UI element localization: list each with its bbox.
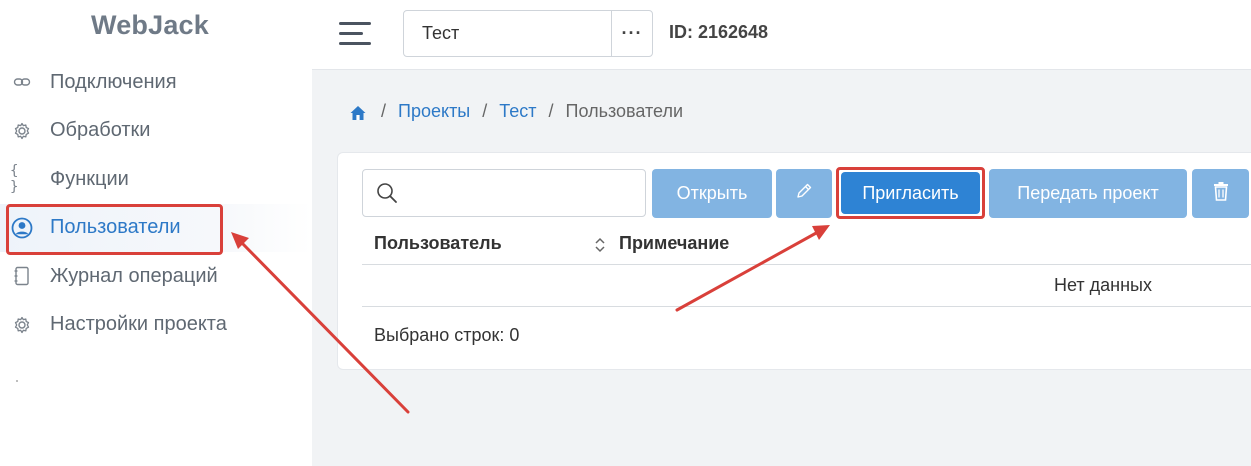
breadcrumb-link-project[interactable]: Тест: [499, 101, 536, 122]
breadcrumb-current: Пользователи: [565, 100, 684, 121]
project-selector-value[interactable]: Тест: [404, 11, 611, 56]
delete-button[interactable]: [1192, 169, 1249, 218]
project-selector[interactable]: Тест ···: [403, 10, 653, 57]
search-input[interactable]: [407, 178, 637, 208]
gear-icon: [10, 119, 34, 143]
more-options-button[interactable]: ···: [611, 11, 652, 56]
project-id: ID: 2162648: [669, 22, 769, 42]
breadcrumb-separator: /: [381, 100, 387, 121]
sidebar-item-connections[interactable]: Подключения: [0, 58, 312, 107]
breadcrumb-separator: /: [482, 100, 488, 121]
search-icon: [375, 181, 399, 205]
top-header: Тест ··· ID: 2162648: [312, 0, 1251, 70]
invite-button[interactable]: Пригласить: [841, 172, 980, 214]
table-divider: [362, 306, 1251, 307]
home-icon[interactable]: [349, 104, 367, 122]
notebook-icon: [10, 264, 34, 288]
sidebar-menu: Подключения Обработки { } Функции Пользо…: [0, 58, 312, 349]
sidebar-item-operation-log[interactable]: Журнал операций: [0, 252, 312, 301]
sidebar-item-users[interactable]: Пользователи: [0, 203, 312, 252]
sort-icon[interactable]: [594, 236, 606, 254]
search-field[interactable]: [362, 169, 646, 217]
column-header-user[interactable]: Пользователь: [374, 233, 502, 254]
sidebar: WebJack Подключения Обработки { } Функци…: [0, 0, 312, 466]
breadcrumb-separator: /: [548, 100, 554, 121]
trash-icon: [1212, 181, 1230, 206]
table-divider: [362, 264, 1251, 265]
pencil-icon: [794, 181, 814, 206]
breadcrumb-link-projects[interactable]: Проекты: [398, 101, 470, 122]
sidebar-item-label: Подключения: [50, 70, 177, 93]
divider: [16, 380, 18, 382]
column-header-note[interactable]: Примечание: [619, 233, 729, 254]
breadcrumb: / Проекты / Тест / Пользователи: [349, 100, 683, 122]
sidebar-item-label: Обработки: [50, 119, 151, 142]
gear-icon: [10, 313, 34, 337]
sidebar-item-label: Функции: [50, 167, 129, 190]
user-circle-icon: [10, 216, 34, 240]
empty-table-message: Нет данных: [1054, 275, 1152, 295]
link-icon: [10, 70, 34, 94]
sidebar-item-label: Пользователи: [50, 216, 181, 239]
braces-icon: { }: [10, 163, 19, 196]
selected-rows-count: Выбрано строк: 0: [374, 325, 520, 345]
app-logo: WebJack: [91, 10, 209, 40]
sidebar-item-label: Настройки проекта: [50, 313, 227, 336]
sidebar-item-functions[interactable]: { } Функции: [0, 155, 312, 204]
hamburger-menu-icon[interactable]: [339, 22, 371, 46]
sidebar-item-processing[interactable]: Обработки: [0, 107, 312, 156]
sidebar-item-project-settings[interactable]: Настройки проекта: [0, 301, 312, 350]
open-button[interactable]: Открыть: [652, 169, 772, 218]
edit-button[interactable]: [776, 169, 832, 218]
transfer-project-button[interactable]: Передать проект: [989, 169, 1187, 218]
sidebar-item-label: Журнал операций: [50, 264, 218, 287]
